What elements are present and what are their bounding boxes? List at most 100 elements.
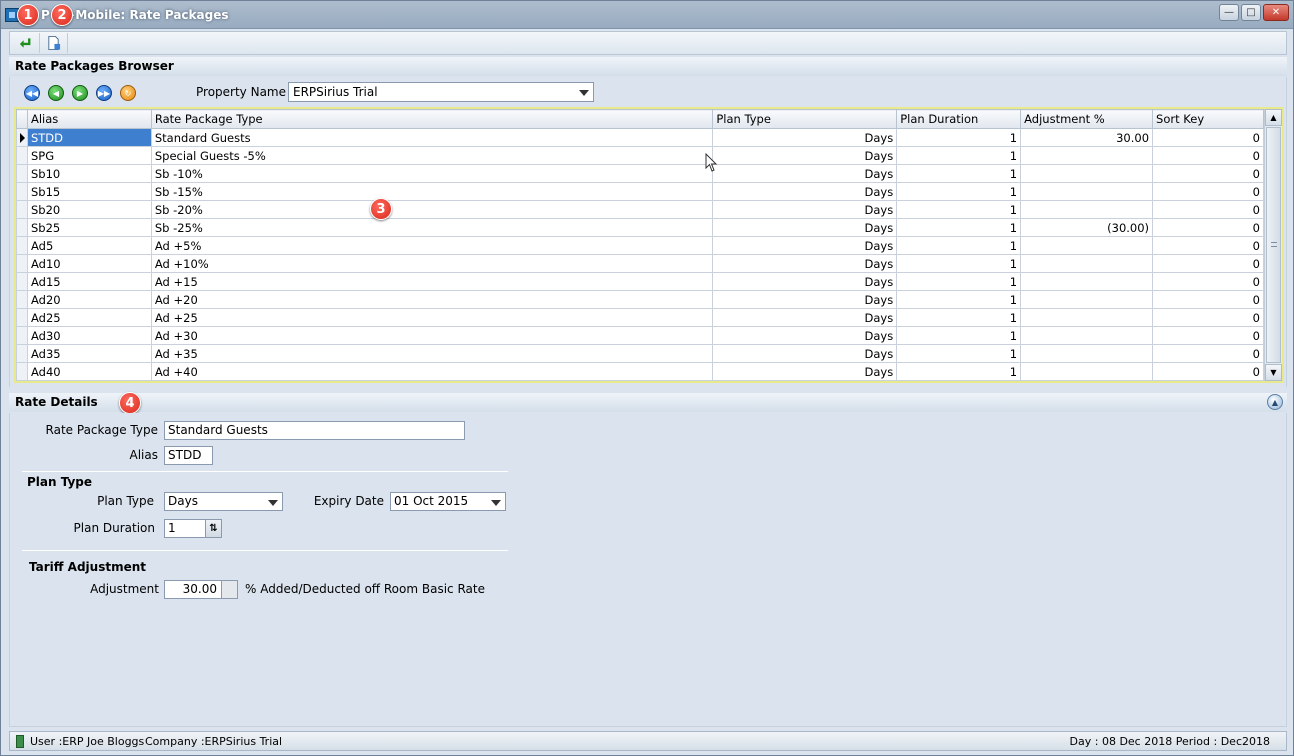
- alias-field[interactable]: STDD: [164, 446, 213, 465]
- last-record-button[interactable]: ▶▶: [96, 85, 112, 101]
- row-indicator[interactable]: [16, 326, 28, 345]
- cell-alias[interactable]: SPG: [26, 146, 152, 165]
- row-indicator[interactable]: [16, 200, 28, 219]
- refresh-button[interactable]: ↻: [120, 85, 136, 101]
- cell-sort-key[interactable]: 0: [1152, 236, 1264, 255]
- back-button[interactable]: [18, 33, 40, 53]
- cell-plan-type[interactable]: Days: [712, 344, 898, 363]
- row-indicator[interactable]: [16, 236, 28, 255]
- table-row[interactable]: Ad5 Ad +5% Days 1 0: [16, 236, 1264, 255]
- cell-sort-key[interactable]: 0: [1152, 182, 1264, 201]
- table-row[interactable]: Sb25 Sb -25% Days 1 (30.00) 0: [16, 218, 1264, 237]
- row-indicator[interactable]: [16, 290, 28, 309]
- cell-sort-key[interactable]: 0: [1152, 308, 1264, 327]
- previous-record-button[interactable]: ◀: [48, 85, 64, 101]
- table-row[interactable]: Ad20 Ad +20 Days 1 0: [16, 290, 1264, 309]
- first-record-button[interactable]: ◀◀: [24, 85, 40, 101]
- cell-adjustment[interactable]: [1020, 254, 1154, 273]
- cell-plan-type[interactable]: Days: [712, 218, 898, 237]
- cell-sort-key[interactable]: 0: [1152, 254, 1264, 273]
- cell-rate-package-type[interactable]: Ad +20: [150, 290, 714, 309]
- cell-plan-duration[interactable]: 1: [896, 290, 1022, 309]
- row-indicator[interactable]: [16, 182, 28, 201]
- cell-adjustment[interactable]: [1020, 164, 1154, 183]
- cell-adjustment[interactable]: [1020, 272, 1154, 291]
- cell-plan-type[interactable]: Days: [712, 200, 898, 219]
- row-indicator[interactable]: [16, 146, 28, 165]
- cell-sort-key[interactable]: 0: [1152, 290, 1264, 309]
- row-indicator[interactable]: [16, 272, 28, 291]
- cell-adjustment[interactable]: [1020, 200, 1154, 219]
- cell-adjustment[interactable]: [1020, 308, 1154, 327]
- cell-rate-package-type[interactable]: Standard Guests: [150, 128, 714, 147]
- cell-plan-duration[interactable]: 1: [896, 146, 1022, 165]
- new-document-button[interactable]: [46, 33, 68, 53]
- cell-rate-package-type[interactable]: Sb -25%: [150, 218, 714, 237]
- maximize-button[interactable]: □: [1241, 4, 1261, 21]
- column-header-alias[interactable]: Alias: [26, 109, 152, 129]
- cell-plan-type[interactable]: Days: [712, 164, 898, 183]
- row-indicator[interactable]: [16, 344, 28, 363]
- adjustment-field[interactable]: 30.00: [164, 580, 238, 599]
- cell-sort-key[interactable]: 0: [1152, 344, 1264, 363]
- cell-plan-type[interactable]: Days: [712, 128, 898, 147]
- cell-rate-package-type[interactable]: Ad +40: [150, 362, 714, 381]
- cell-sort-key[interactable]: 0: [1152, 128, 1264, 147]
- cell-sort-key[interactable]: 0: [1152, 200, 1264, 219]
- cell-plan-type[interactable]: Days: [712, 236, 898, 255]
- cell-plan-duration[interactable]: 1: [896, 272, 1022, 291]
- table-row[interactable]: SPG Special Guests -5% Days 1 0: [16, 146, 1264, 165]
- cell-alias[interactable]: Sb15: [26, 182, 152, 201]
- cell-alias[interactable]: Sb10: [26, 164, 152, 183]
- table-row[interactable]: Sb15 Sb -15% Days 1 0: [16, 182, 1264, 201]
- cell-plan-type[interactable]: Days: [712, 254, 898, 273]
- cell-plan-type[interactable]: Days: [712, 272, 898, 291]
- cell-plan-duration[interactable]: 1: [896, 344, 1022, 363]
- cell-plan-duration[interactable]: 1: [896, 164, 1022, 183]
- column-header-plan-type[interactable]: Plan Type: [712, 109, 898, 129]
- cell-adjustment[interactable]: (30.00): [1020, 218, 1154, 237]
- cell-rate-package-type[interactable]: Ad +5%: [150, 236, 714, 255]
- scroll-up-button[interactable]: ▲: [1265, 109, 1282, 126]
- cell-plan-duration[interactable]: 1: [896, 218, 1022, 237]
- cell-alias[interactable]: Sb20: [26, 200, 152, 219]
- plan-duration-stepper[interactable]: 1 ⇅: [164, 519, 222, 538]
- column-header-rate-package-type[interactable]: Rate Package Type: [150, 109, 714, 129]
- table-row[interactable]: Ad25 Ad +25 Days 1 0: [16, 308, 1264, 327]
- property-name-select[interactable]: ERPSirius Trial: [288, 82, 594, 102]
- row-indicator[interactable]: [16, 254, 28, 273]
- rate-package-type-field[interactable]: Standard Guests: [164, 421, 465, 440]
- column-header-sort-key[interactable]: Sort Key: [1152, 109, 1264, 129]
- cell-rate-package-type[interactable]: Ad +35: [150, 344, 714, 363]
- close-button[interactable]: ✕: [1263, 4, 1289, 21]
- cell-rate-package-type[interactable]: Ad +15: [150, 272, 714, 291]
- scroll-thumb[interactable]: [1266, 127, 1281, 363]
- cell-sort-key[interactable]: 0: [1152, 326, 1264, 345]
- cell-plan-duration[interactable]: 1: [896, 308, 1022, 327]
- cell-adjustment[interactable]: [1020, 344, 1154, 363]
- cell-alias[interactable]: Ad20: [26, 290, 152, 309]
- cell-plan-type[interactable]: Days: [712, 308, 898, 327]
- cell-plan-duration[interactable]: 1: [896, 362, 1022, 381]
- row-indicator[interactable]: [16, 362, 28, 381]
- cell-rate-package-type[interactable]: Sb -20%: [150, 200, 714, 219]
- column-header-adjustment[interactable]: Adjustment %: [1020, 109, 1154, 129]
- row-indicator[interactable]: [16, 308, 28, 327]
- cell-plan-duration[interactable]: 1: [896, 236, 1022, 255]
- table-row[interactable]: Ad15 Ad +15 Days 1 0: [16, 272, 1264, 291]
- cell-rate-package-type[interactable]: Ad +30: [150, 326, 714, 345]
- plan-type-select[interactable]: Days: [164, 492, 283, 511]
- cell-sort-key[interactable]: 0: [1152, 218, 1264, 237]
- vertical-scrollbar[interactable]: ▲ ▼: [1264, 109, 1282, 381]
- title-bar[interactable]: P s +Mobile: Rate Packages 1 2 — □ ✕: [1, 1, 1293, 29]
- cell-sort-key[interactable]: 0: [1152, 272, 1264, 291]
- cell-alias[interactable]: STDD: [26, 128, 152, 147]
- cell-plan-duration[interactable]: 1: [896, 254, 1022, 273]
- table-row[interactable]: Ad40 Ad +40 Days 1 0: [16, 362, 1264, 381]
- collapse-icon[interactable]: ▲: [1267, 394, 1283, 410]
- cell-alias[interactable]: Ad40: [26, 362, 152, 381]
- table-row[interactable]: Ad35 Ad +35 Days 1 0: [16, 344, 1264, 363]
- cell-plan-duration[interactable]: 1: [896, 182, 1022, 201]
- next-record-button[interactable]: ▶: [72, 85, 88, 101]
- cell-alias[interactable]: Ad5: [26, 236, 152, 255]
